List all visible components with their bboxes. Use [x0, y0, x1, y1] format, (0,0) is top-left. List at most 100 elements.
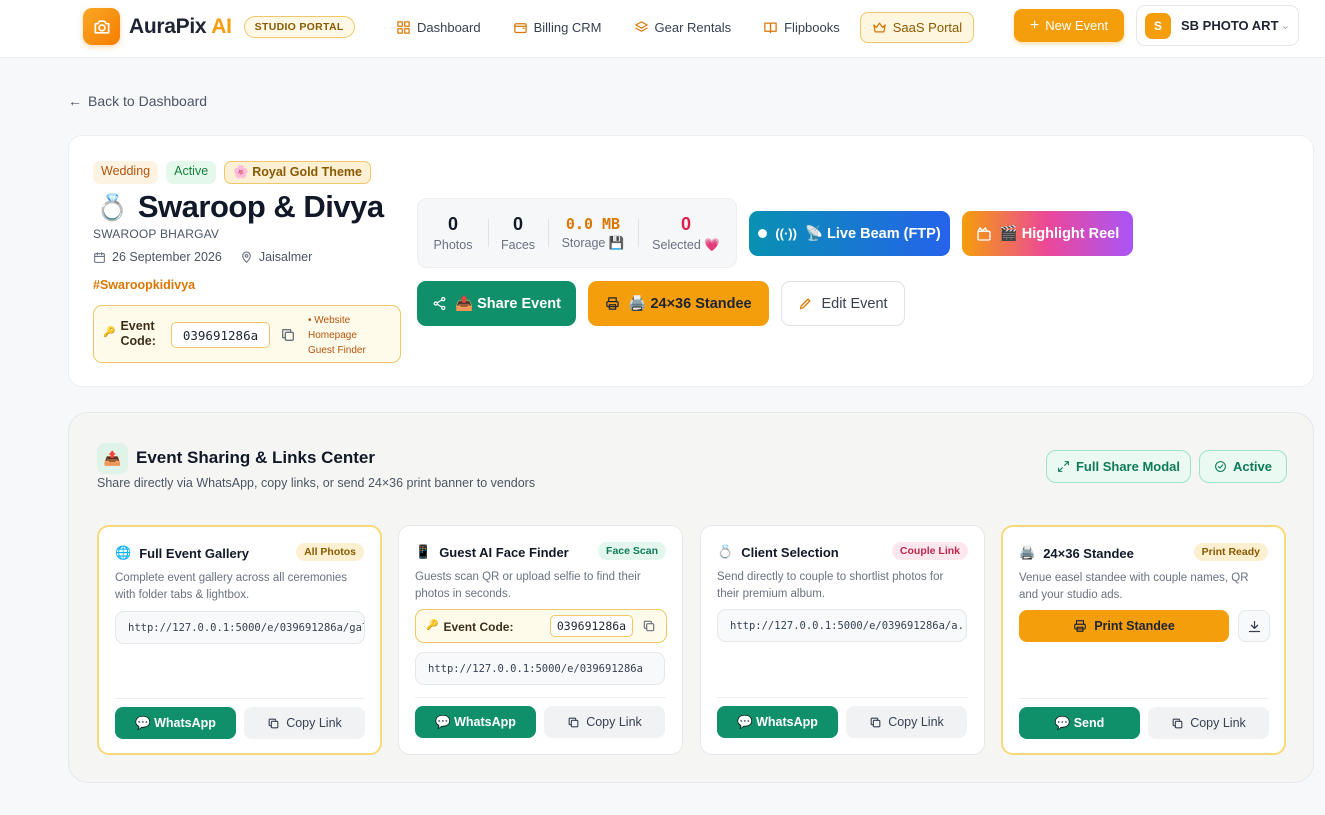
brand-name: AuraPix AI: [129, 14, 232, 38]
event-code-label: 🔑 Event Code:: [103, 319, 156, 348]
back-label: Back to Dashboard: [88, 93, 208, 109]
nav-flipbooks-label: Flipbooks: [784, 20, 840, 35]
stat-storage: 0.0 MB Storage 💾: [548, 199, 638, 267]
copy-icon[interactable]: [642, 619, 656, 633]
copy-link-button[interactable]: Copy Link: [544, 706, 665, 738]
sharing-center: 📤 Event Sharing & Links Center Share dir…: [68, 412, 1314, 783]
phone-icon: 📱: [415, 544, 432, 559]
top-navbar: AuraPix AI STUDIO PORTAL Dashboard Billin…: [0, 0, 1325, 58]
whatsapp-button[interactable]: 💬 WhatsApp: [717, 706, 838, 738]
back-to-dashboard-link[interactable]: ← Back to Dashboard: [68, 93, 207, 109]
copy-icon[interactable]: [280, 327, 296, 343]
nav-dashboard[interactable]: Dashboard: [396, 13, 481, 42]
copy-icon: [870, 717, 881, 727]
send-button[interactable]: 💬 Send: [1019, 707, 1140, 739]
new-event-button[interactable]: + New Event: [1014, 9, 1124, 42]
card-header: 🖨️ 24×36 Standee: [1019, 545, 1134, 561]
event-status-tag: Active: [166, 161, 217, 184]
nav-saas-portal[interactable]: SaaS Portal: [859, 12, 975, 43]
print-standee-label: Print Standee: [1094, 619, 1175, 633]
copy-link-label: Copy Link: [888, 715, 944, 729]
stat-faces: 0 Faces: [488, 199, 548, 267]
highlight-reel-label: 🎬 Highlight Reel: [999, 226, 1120, 242]
download-button[interactable]: [1238, 610, 1270, 642]
gallery-url-field[interactable]: http://127.0.0.1:5000/e/039691286a/galle…: [115, 611, 365, 644]
globe-icon: 🌐: [115, 545, 132, 560]
event-code-value[interactable]: 039691286a: [171, 322, 270, 348]
whatsapp-button[interactable]: 💬 WhatsApp: [115, 707, 236, 739]
whatsapp-button[interactable]: 💬 WhatsApp: [415, 706, 536, 738]
printer-icon: [1074, 620, 1087, 632]
clapperboard-icon: [977, 226, 991, 241]
wallet-icon: [513, 23, 527, 34]
event-title-text: Swaroop & Divya: [137, 189, 384, 224]
client-selection-url-field[interactable]: http://127.0.0.1:5000/e/039691286a/a...: [717, 609, 967, 642]
arrow-left-icon: ←: [68, 93, 82, 109]
card-description: Complete event gallery across all ceremo…: [115, 572, 348, 601]
card-divider: [115, 698, 364, 699]
live-beam-button[interactable]: ((·)) 📡 Live Beam (FTP): [749, 211, 950, 256]
card-badge: Couple Link: [891, 542, 968, 560]
card-divider: [1019, 698, 1268, 699]
edit-event-label: Edit Event: [821, 295, 888, 312]
account-menu[interactable]: S SB PHOTO ART ⌄: [1136, 5, 1299, 46]
theme-tag: 🌸 Royal Gold Theme: [224, 161, 371, 184]
avatar: S: [1145, 12, 1171, 39]
share-event-button[interactable]: 📤 Share Event: [417, 281, 576, 326]
calendar-icon: [94, 251, 105, 263]
copy-link-label: Copy Link: [286, 716, 342, 730]
highlight-reel-button[interactable]: 🎬 Highlight Reel: [962, 211, 1133, 256]
book-icon: [764, 22, 777, 34]
sharing-title: Event Sharing & Links Center: [136, 448, 375, 467]
expand-icon: [1058, 461, 1069, 472]
nav-billing-crm[interactable]: Billing CRM: [513, 13, 602, 42]
crown-icon: [873, 22, 886, 33]
event-meta: 26 September 2026 Jaisalmer: [93, 250, 312, 264]
printer-emoji-icon: 🖨️: [1019, 545, 1036, 560]
ring-icon: 💍: [96, 191, 128, 222]
card-description: Guests scan QR or upload selfie to find …: [415, 571, 641, 600]
event-tags: Wedding Active 🌸 Royal Gold Theme: [93, 161, 371, 184]
standee-button[interactable]: 🖨️ 24×36 Standee: [588, 281, 769, 326]
copy-link-button[interactable]: Copy Link: [1148, 707, 1269, 739]
new-event-label: New Event: [1045, 18, 1109, 33]
card-description: Send directly to couple to shortlist pho…: [717, 571, 944, 600]
nav-flipbooks[interactable]: Flipbooks: [763, 13, 840, 42]
card-header: 🌐 Full Event Gallery: [115, 545, 250, 561]
copy-link-label: Copy Link: [1190, 716, 1246, 730]
nav-billing-label: Billing CRM: [533, 20, 602, 35]
brand[interactable]: AuraPix AI STUDIO PORTAL: [83, 8, 355, 45]
sharing-subtitle: Share directly via WhatsApp, copy links,…: [97, 476, 536, 490]
event-hashtag: #Swaroopkidivya: [93, 278, 196, 292]
face-finder-code-row: 🔑 Event Code: 039691286a: [415, 609, 667, 643]
print-standee-button[interactable]: Print Standee: [1019, 610, 1229, 642]
theme-label: Royal Gold Theme: [252, 165, 362, 179]
link-card-face-finder: 📱 Guest AI Face Finder Face Scan Guests s…: [398, 525, 683, 755]
card-header: 💍 Client Selection: [717, 544, 839, 560]
code-value[interactable]: 039691286a: [550, 615, 633, 637]
chevron-down-icon: ⌄: [1280, 20, 1290, 32]
card-divider: [717, 697, 968, 698]
edit-event-button[interactable]: Edit Event: [781, 281, 905, 326]
share-box-icon: 📤: [97, 443, 128, 474]
card-badge: Print Ready: [1193, 543, 1268, 561]
copy-icon: [268, 718, 279, 728]
plus-icon: +: [1029, 16, 1040, 34]
key-icon: 🔑: [103, 327, 116, 338]
link-card-full-gallery: 🌐 Full Event Gallery All Photos Complete …: [97, 525, 382, 755]
event-date: 26 September 2026: [112, 250, 222, 264]
event-stats: 0 Photos 0 Faces 0.0 MB Storage 💾 0 Sele…: [417, 198, 737, 268]
main-nav: Dashboard Billing CRM Gear Rentals Flipb…: [396, 12, 1006, 43]
share-icon: [433, 296, 446, 311]
live-beam-label: 📡 Live Beam (FTP): [804, 226, 941, 242]
link-card-standee: 🖨️ 24×36 Standee Print Ready Venue easel …: [1001, 525, 1286, 755]
sharing-active-button[interactable]: Active: [1199, 450, 1287, 483]
copy-link-button[interactable]: Copy Link: [846, 706, 967, 738]
face-finder-url-field[interactable]: http://127.0.0.1:5000/e/039691286a: [415, 652, 665, 685]
account-name: SB PHOTO ART: [1181, 18, 1279, 33]
nav-gear-rentals[interactable]: Gear Rentals: [634, 13, 731, 42]
code-label: 🔑 Event Code:: [426, 620, 514, 634]
full-share-modal-button[interactable]: Full Share Modal: [1046, 450, 1191, 483]
event-type-tag: Wedding: [93, 161, 159, 184]
copy-link-button[interactable]: Copy Link: [244, 707, 365, 739]
